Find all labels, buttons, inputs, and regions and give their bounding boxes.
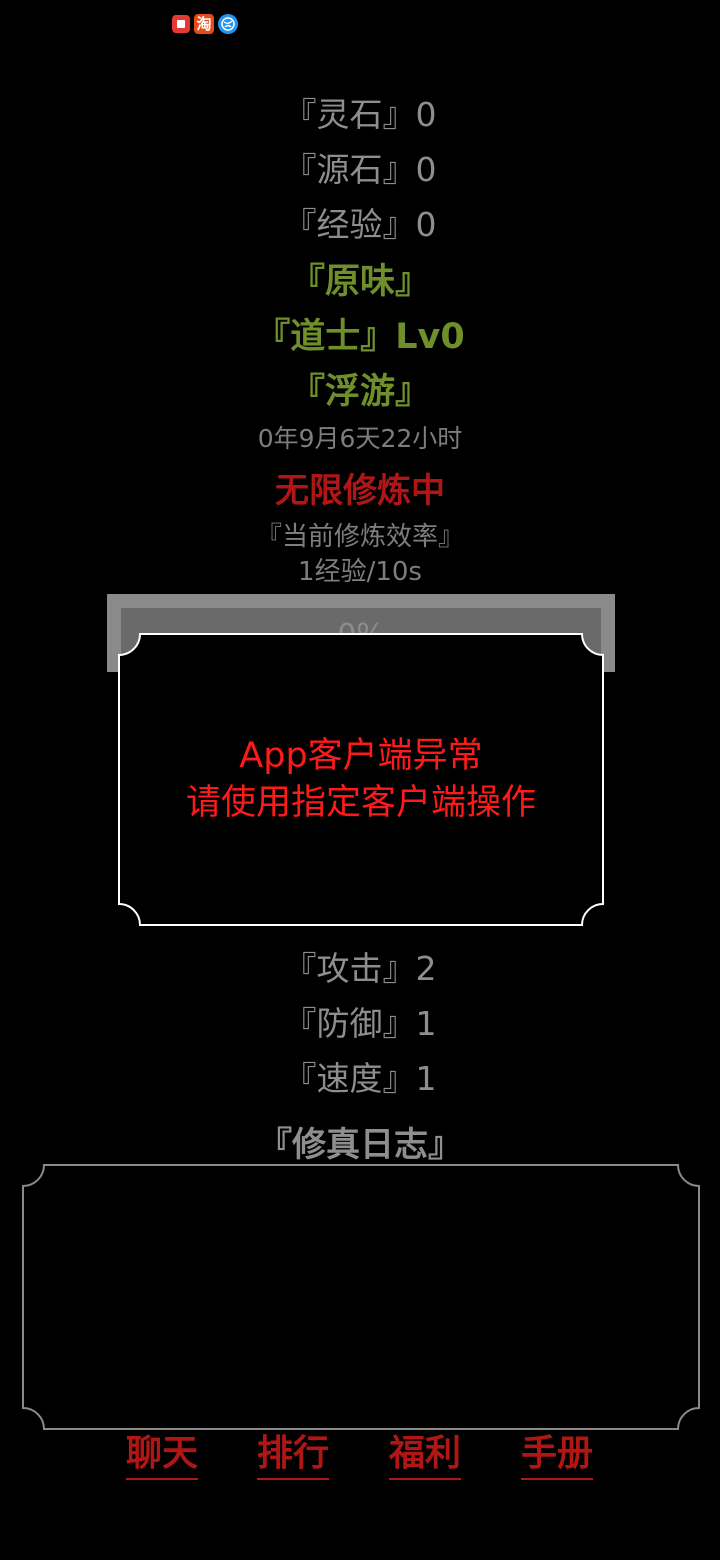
spirit-stone-stat: 『灵石』0 — [283, 95, 437, 134]
cultivation-status: 无限修炼中 — [275, 471, 445, 511]
client-error-modal: App客户端异常 请使用指定客户端操作 — [118, 633, 604, 926]
book-app-icon — [172, 15, 190, 33]
nav-ranking-link[interactable]: 排行 — [257, 1432, 330, 1480]
status-bar-icons: 淘 — [172, 14, 238, 34]
attack-stat: 『攻击』2 — [283, 949, 437, 988]
efficiency-value: 1经验/10s — [298, 557, 422, 587]
efficiency-label: 『当前修炼效率』 — [255, 522, 464, 552]
speed-stat: 『速度』1 — [283, 1059, 437, 1098]
source-stone-stat: 『源石』0 — [283, 150, 437, 189]
character-name: 『原味』 — [289, 262, 430, 302]
taobao-icon: 淘 — [194, 14, 214, 34]
modal-error-line-1: App客户端异常 — [239, 736, 483, 776]
cultivation-log-panel — [22, 1164, 700, 1430]
character-age: 0年9月6天22小时 — [257, 424, 463, 453]
experience-stat: 『经验』0 — [283, 205, 437, 244]
character-realm: 『浮游』 — [289, 372, 430, 412]
nav-welfare-link[interactable]: 福利 — [389, 1432, 462, 1480]
cultivation-log-title: 『修真日志』 — [258, 1125, 462, 1165]
browser-globe-icon — [218, 14, 238, 34]
character-profession: 『道士』Lv0 — [255, 317, 465, 357]
bottom-navigation: 聊天 排行 福利 手册 — [0, 1432, 720, 1488]
defense-stat: 『防御』1 — [283, 1004, 437, 1043]
modal-error-line-2: 请使用指定客户端操作 — [185, 783, 536, 823]
nav-manual-link[interactable]: 手册 — [521, 1432, 594, 1480]
nav-chat-link[interactable]: 聊天 — [126, 1432, 199, 1480]
